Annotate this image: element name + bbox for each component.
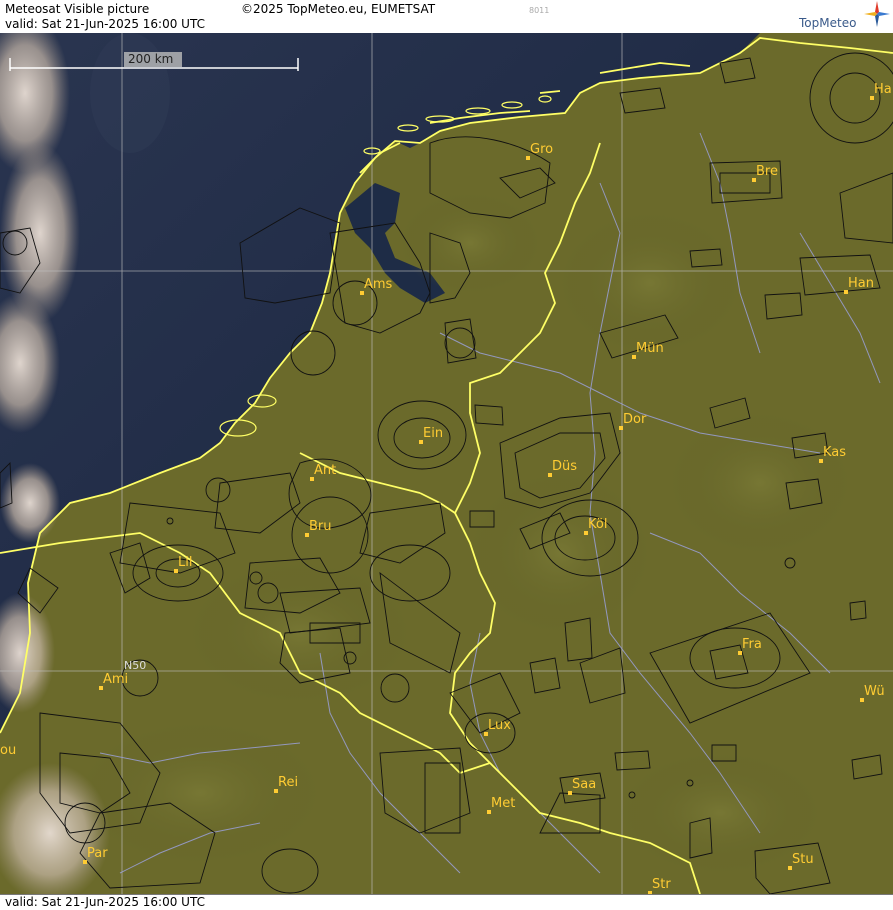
city-label: Dor: [623, 412, 647, 427]
city-label: Kas: [823, 445, 846, 460]
city-label: Köl: [588, 517, 607, 532]
city-label: Lux: [488, 718, 511, 733]
satellite-map[interactable]: Gro Bre Ha Ams Han Mün Ein Dor Kas Ant Düs Bru Köl Li…: [0, 33, 893, 894]
logo-text: TopMeteo: [799, 16, 857, 30]
city-label: Han: [848, 276, 874, 291]
valid-time-header: valid: Sat 21-Jun-2025 16:00 UTC: [5, 17, 205, 31]
city-label: Rei: [278, 775, 298, 790]
city-label: Bru: [309, 519, 332, 534]
header-bar: Meteosat Visible picture ©2025 TopMeteo.…: [0, 0, 893, 34]
city-label: Mün: [636, 341, 664, 356]
scale-bar-label: 200 km: [128, 52, 174, 66]
city-label: Met: [491, 796, 515, 811]
city-label: Par: [87, 846, 108, 861]
map-canvas: Gro Bre Ha Ams Han Mün Ein Dor Kas Ant Düs Bru Köl Li…: [0, 33, 893, 894]
city-label: Düs: [552, 459, 577, 474]
city-label: Wü: [864, 684, 885, 699]
valid-time-footer: valid: Sat 21-Jun-2025 16:00 UTC: [5, 895, 205, 909]
city-label: Ams: [364, 277, 393, 292]
city-label: Ant: [314, 463, 336, 478]
grid-label-n50: N50: [124, 659, 147, 672]
city-label: ou: [0, 743, 16, 758]
image-code: 8011: [529, 6, 550, 15]
city-label: Lil: [178, 555, 192, 570]
image-title: Meteosat Visible picture: [5, 2, 150, 16]
city-marker-23: Str: [648, 877, 671, 894]
copyright-text: ©2025 TopMeteo.eu, EUMETSAT: [241, 2, 436, 16]
city-label: Fra: [742, 637, 762, 652]
city-label: Stu: [792, 852, 814, 867]
city-label: Bre: [756, 164, 778, 179]
city-label: Ami: [103, 672, 128, 687]
city-label: Saa: [572, 777, 596, 792]
city-label: Ha: [874, 82, 892, 97]
compass-logo-icon: [864, 1, 890, 27]
city-label: Gro: [530, 142, 553, 157]
city-label: Str: [652, 877, 671, 892]
footer-bar: valid: Sat 21-Jun-2025 16:00 UTC: [0, 894, 893, 910]
city-label: Ein: [423, 426, 443, 441]
